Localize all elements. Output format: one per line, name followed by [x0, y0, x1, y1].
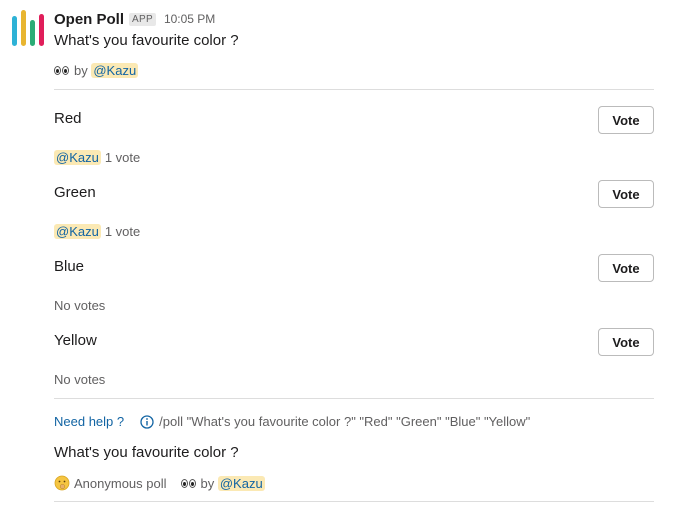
vote-button-red[interactable]: Vote	[598, 106, 654, 134]
poll-question: What's you favourite color ?	[54, 32, 239, 49]
summary-poll-question: What's you favourite color ?	[54, 444, 239, 461]
vote-count: No votes	[54, 372, 106, 387]
vote-count: 1 vote	[104, 150, 141, 165]
author-mention[interactable]: @Kazu	[91, 63, 139, 78]
option-label-green: Green	[54, 184, 96, 201]
by-label: by	[74, 63, 88, 78]
info-icon	[140, 414, 154, 429]
author-mention[interactable]: @Kazu	[217, 475, 265, 491]
summary-context: Anonymous poll by @Kazu	[54, 475, 265, 491]
open-poll-logo-icon[interactable]	[12, 10, 44, 48]
vote-count: 1 vote	[104, 224, 141, 239]
poll-command-text: /poll "What's you favourite color ?" "Re…	[159, 414, 531, 429]
message-header: Open Poll APP 10:05 PM	[54, 9, 215, 29]
vote-info-green: @Kazu 1 vote	[54, 224, 140, 239]
anonymous-poll-label: Anonymous poll	[74, 475, 167, 491]
vote-info-blue: No votes	[54, 298, 105, 313]
vote-button-green[interactable]: Vote	[598, 180, 654, 208]
divider	[54, 398, 654, 399]
eyes-icon	[180, 478, 196, 488]
help-row: Need help ? /poll "What's you favourite …	[54, 414, 530, 429]
logo-bar-1	[12, 16, 17, 46]
logo-bar-3	[30, 20, 35, 46]
app-name[interactable]: Open Poll	[54, 11, 124, 28]
poll-author-context: by @Kazu	[54, 63, 139, 78]
shushing-face-icon	[54, 475, 70, 491]
eyes-icon	[54, 66, 69, 75]
by-label: by	[200, 475, 215, 491]
message-timestamp[interactable]: 10:05 PM	[164, 12, 215, 26]
vote-info-red: @Kazu 1 vote	[54, 150, 140, 165]
divider	[54, 501, 654, 502]
option-label-blue: Blue	[54, 258, 85, 275]
logo-bar-2	[21, 10, 26, 46]
vote-button-yellow[interactable]: Vote	[598, 328, 654, 356]
option-label-red: Red	[54, 110, 82, 127]
app-badge: APP	[129, 12, 156, 26]
option-label-yellow: Yellow	[54, 332, 97, 349]
vote-count: No votes	[54, 298, 106, 313]
vote-button-blue[interactable]: Vote	[598, 254, 654, 282]
voter-mention[interactable]: @Kazu	[54, 224, 101, 239]
logo-bar-4	[39, 14, 44, 46]
vote-info-yellow: No votes	[54, 372, 105, 387]
divider	[54, 89, 654, 90]
need-help-link[interactable]: Need help ?	[54, 414, 124, 429]
voter-mention[interactable]: @Kazu	[54, 150, 101, 165]
